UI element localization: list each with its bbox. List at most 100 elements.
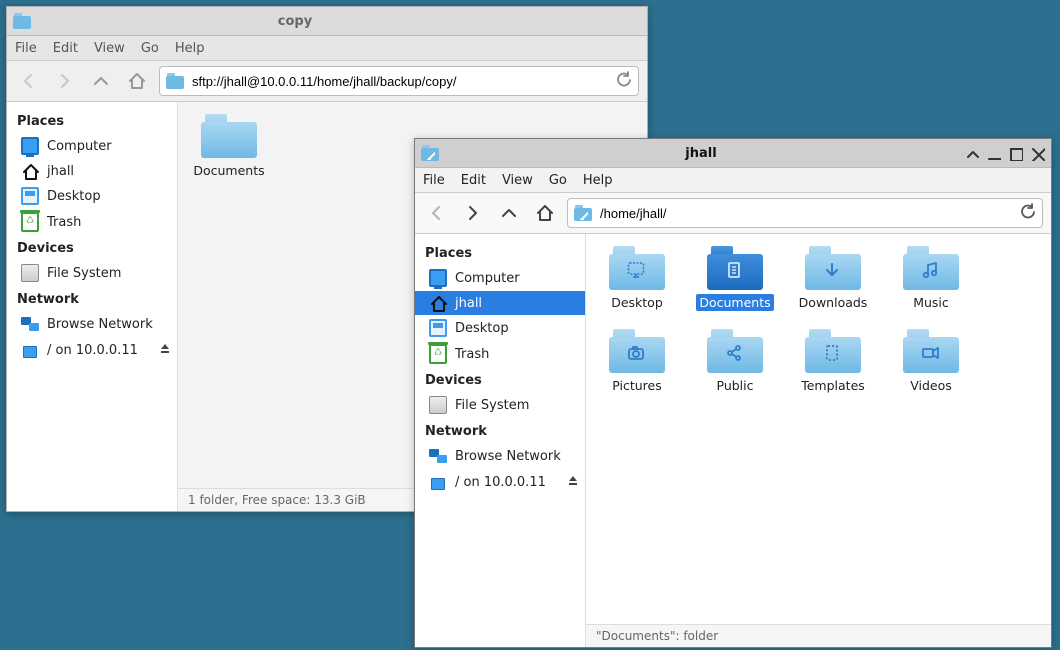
- menubar: File Edit View Go Help: [7, 36, 647, 61]
- file-item-music[interactable]: Music: [892, 246, 970, 311]
- window-minimize-button[interactable]: [581, 13, 597, 29]
- file-item-desktop[interactable]: Desktop: [598, 246, 676, 311]
- menu-edit[interactable]: Edit: [53, 41, 78, 56]
- menu-go[interactable]: Go: [141, 41, 159, 56]
- window-maximize-button[interactable]: [1007, 145, 1023, 161]
- disk-icon: [21, 264, 39, 282]
- remote-mount-icon: [429, 474, 447, 490]
- folder-public-icon: [707, 329, 763, 373]
- sidebar-item-label: Trash: [47, 215, 81, 230]
- nav-up-button[interactable]: [495, 199, 523, 227]
- toolbar: [415, 193, 1051, 234]
- file-item-downloads[interactable]: Downloads: [794, 246, 872, 311]
- file-label: Videos: [907, 377, 955, 394]
- folder-templates-icon: [805, 329, 861, 373]
- remote-mount-icon: [21, 342, 39, 358]
- folder-music-icon: [903, 246, 959, 290]
- nav-up-button[interactable]: [87, 67, 115, 95]
- file-label: Pictures: [609, 377, 665, 394]
- sidebar: Places Computer jhall Desktop Trash Devi…: [7, 102, 178, 511]
- nav-home-button[interactable]: [531, 199, 559, 227]
- address-input[interactable]: [598, 205, 1012, 222]
- eject-icon[interactable]: [155, 341, 167, 359]
- sidebar: Places Computer jhall Desktop Trash Devi…: [415, 234, 586, 647]
- titlebar[interactable]: copy: [7, 7, 647, 36]
- status-text: "Documents": folder: [596, 629, 718, 643]
- sidebar-item-label: Desktop: [47, 189, 101, 204]
- sidebar-item-computer[interactable]: Computer: [7, 133, 177, 159]
- nav-back-button[interactable]: [15, 67, 43, 95]
- sidebar-item-home[interactable]: jhall: [415, 291, 585, 315]
- app-folder-icon: [13, 13, 31, 29]
- window-close-button[interactable]: [1029, 145, 1045, 161]
- eject-icon[interactable]: [563, 473, 575, 491]
- nav-home-button[interactable]: [123, 67, 151, 95]
- sidebar-item-label: Browse Network: [47, 317, 153, 332]
- sidebar-item-trash[interactable]: Trash: [7, 209, 177, 235]
- sidebar-item-filesystem[interactable]: File System: [415, 392, 585, 418]
- file-label: Downloads: [796, 294, 871, 311]
- menu-edit[interactable]: Edit: [461, 173, 486, 188]
- sidebar-item-label: Desktop: [455, 321, 509, 336]
- sidebar-item-desktop[interactable]: Desktop: [7, 183, 177, 209]
- file-label: Documents: [190, 162, 267, 179]
- nav-forward-button[interactable]: [459, 199, 487, 227]
- address-bar[interactable]: [567, 198, 1043, 228]
- file-item-public[interactable]: Public: [696, 329, 774, 394]
- reload-icon[interactable]: [1018, 202, 1036, 224]
- sidebar-item-browse-network[interactable]: Browse Network: [7, 311, 177, 337]
- window-title: copy: [37, 14, 553, 29]
- menu-help[interactable]: Help: [583, 173, 613, 188]
- file-label: Public: [714, 377, 757, 394]
- menu-help[interactable]: Help: [175, 41, 205, 56]
- sidebar-item-label: Trash: [455, 347, 489, 362]
- sidebar-header-devices: Devices: [415, 367, 585, 392]
- computer-icon: [21, 137, 39, 155]
- trash-icon: [21, 213, 39, 231]
- file-label: Desktop: [608, 294, 666, 311]
- window-close-button[interactable]: [625, 13, 641, 29]
- menu-go[interactable]: Go: [549, 173, 567, 188]
- window-title: jhall: [445, 146, 957, 161]
- sidebar-item-label: / on 10.0.0.11: [455, 475, 546, 490]
- menubar: File Edit View Go Help: [415, 168, 1051, 193]
- window-rollup-button[interactable]: [559, 13, 575, 29]
- sidebar-item-label: jhall: [455, 296, 482, 311]
- file-item-templates[interactable]: Templates: [794, 329, 872, 394]
- window-minimize-button[interactable]: [985, 145, 1001, 161]
- sidebar-item-filesystem[interactable]: File System: [7, 260, 177, 286]
- file-item-pictures[interactable]: Pictures: [598, 329, 676, 394]
- sidebar-item-home[interactable]: jhall: [7, 159, 177, 183]
- status-bar: "Documents": folder: [586, 624, 1051, 647]
- sidebar-item-desktop[interactable]: Desktop: [415, 315, 585, 341]
- address-bar[interactable]: [159, 66, 639, 96]
- sidebar-item-remote-mount[interactable]: / on 10.0.0.11: [7, 337, 177, 363]
- nav-back-button[interactable]: [423, 199, 451, 227]
- reload-icon[interactable]: [614, 70, 632, 92]
- window-maximize-button[interactable]: [603, 13, 619, 29]
- nav-forward-button[interactable]: [51, 67, 79, 95]
- disk-icon: [429, 396, 447, 414]
- file-item-documents[interactable]: Documents: [190, 114, 268, 179]
- file-item-videos[interactable]: Videos: [892, 329, 970, 394]
- menu-view[interactable]: View: [502, 173, 533, 188]
- content-area[interactable]: Desktop Documents Downloads Music Pictur: [586, 234, 1051, 624]
- sidebar-item-computer[interactable]: Computer: [415, 265, 585, 291]
- menu-file[interactable]: File: [15, 41, 37, 56]
- sidebar-item-label: Browse Network: [455, 449, 561, 464]
- menu-file[interactable]: File: [423, 173, 445, 188]
- sidebar-item-remote-mount[interactable]: / on 10.0.0.11: [415, 469, 585, 495]
- sidebar-header-places: Places: [415, 240, 585, 265]
- window-rollup-button[interactable]: [963, 145, 979, 161]
- home-icon: [429, 295, 447, 311]
- menu-view[interactable]: View: [94, 41, 125, 56]
- titlebar[interactable]: jhall: [415, 139, 1051, 168]
- address-folder-icon: [574, 205, 592, 221]
- file-manager-window-jhall[interactable]: jhall File Edit View Go Help Places Comp…: [414, 138, 1052, 648]
- sidebar-item-trash[interactable]: Trash: [415, 341, 585, 367]
- address-input[interactable]: [190, 73, 608, 90]
- folder-downloads-icon: [805, 246, 861, 290]
- sidebar-item-browse-network[interactable]: Browse Network: [415, 443, 585, 469]
- folder-pictures-icon: [609, 329, 665, 373]
- file-item-documents[interactable]: Documents: [696, 246, 774, 311]
